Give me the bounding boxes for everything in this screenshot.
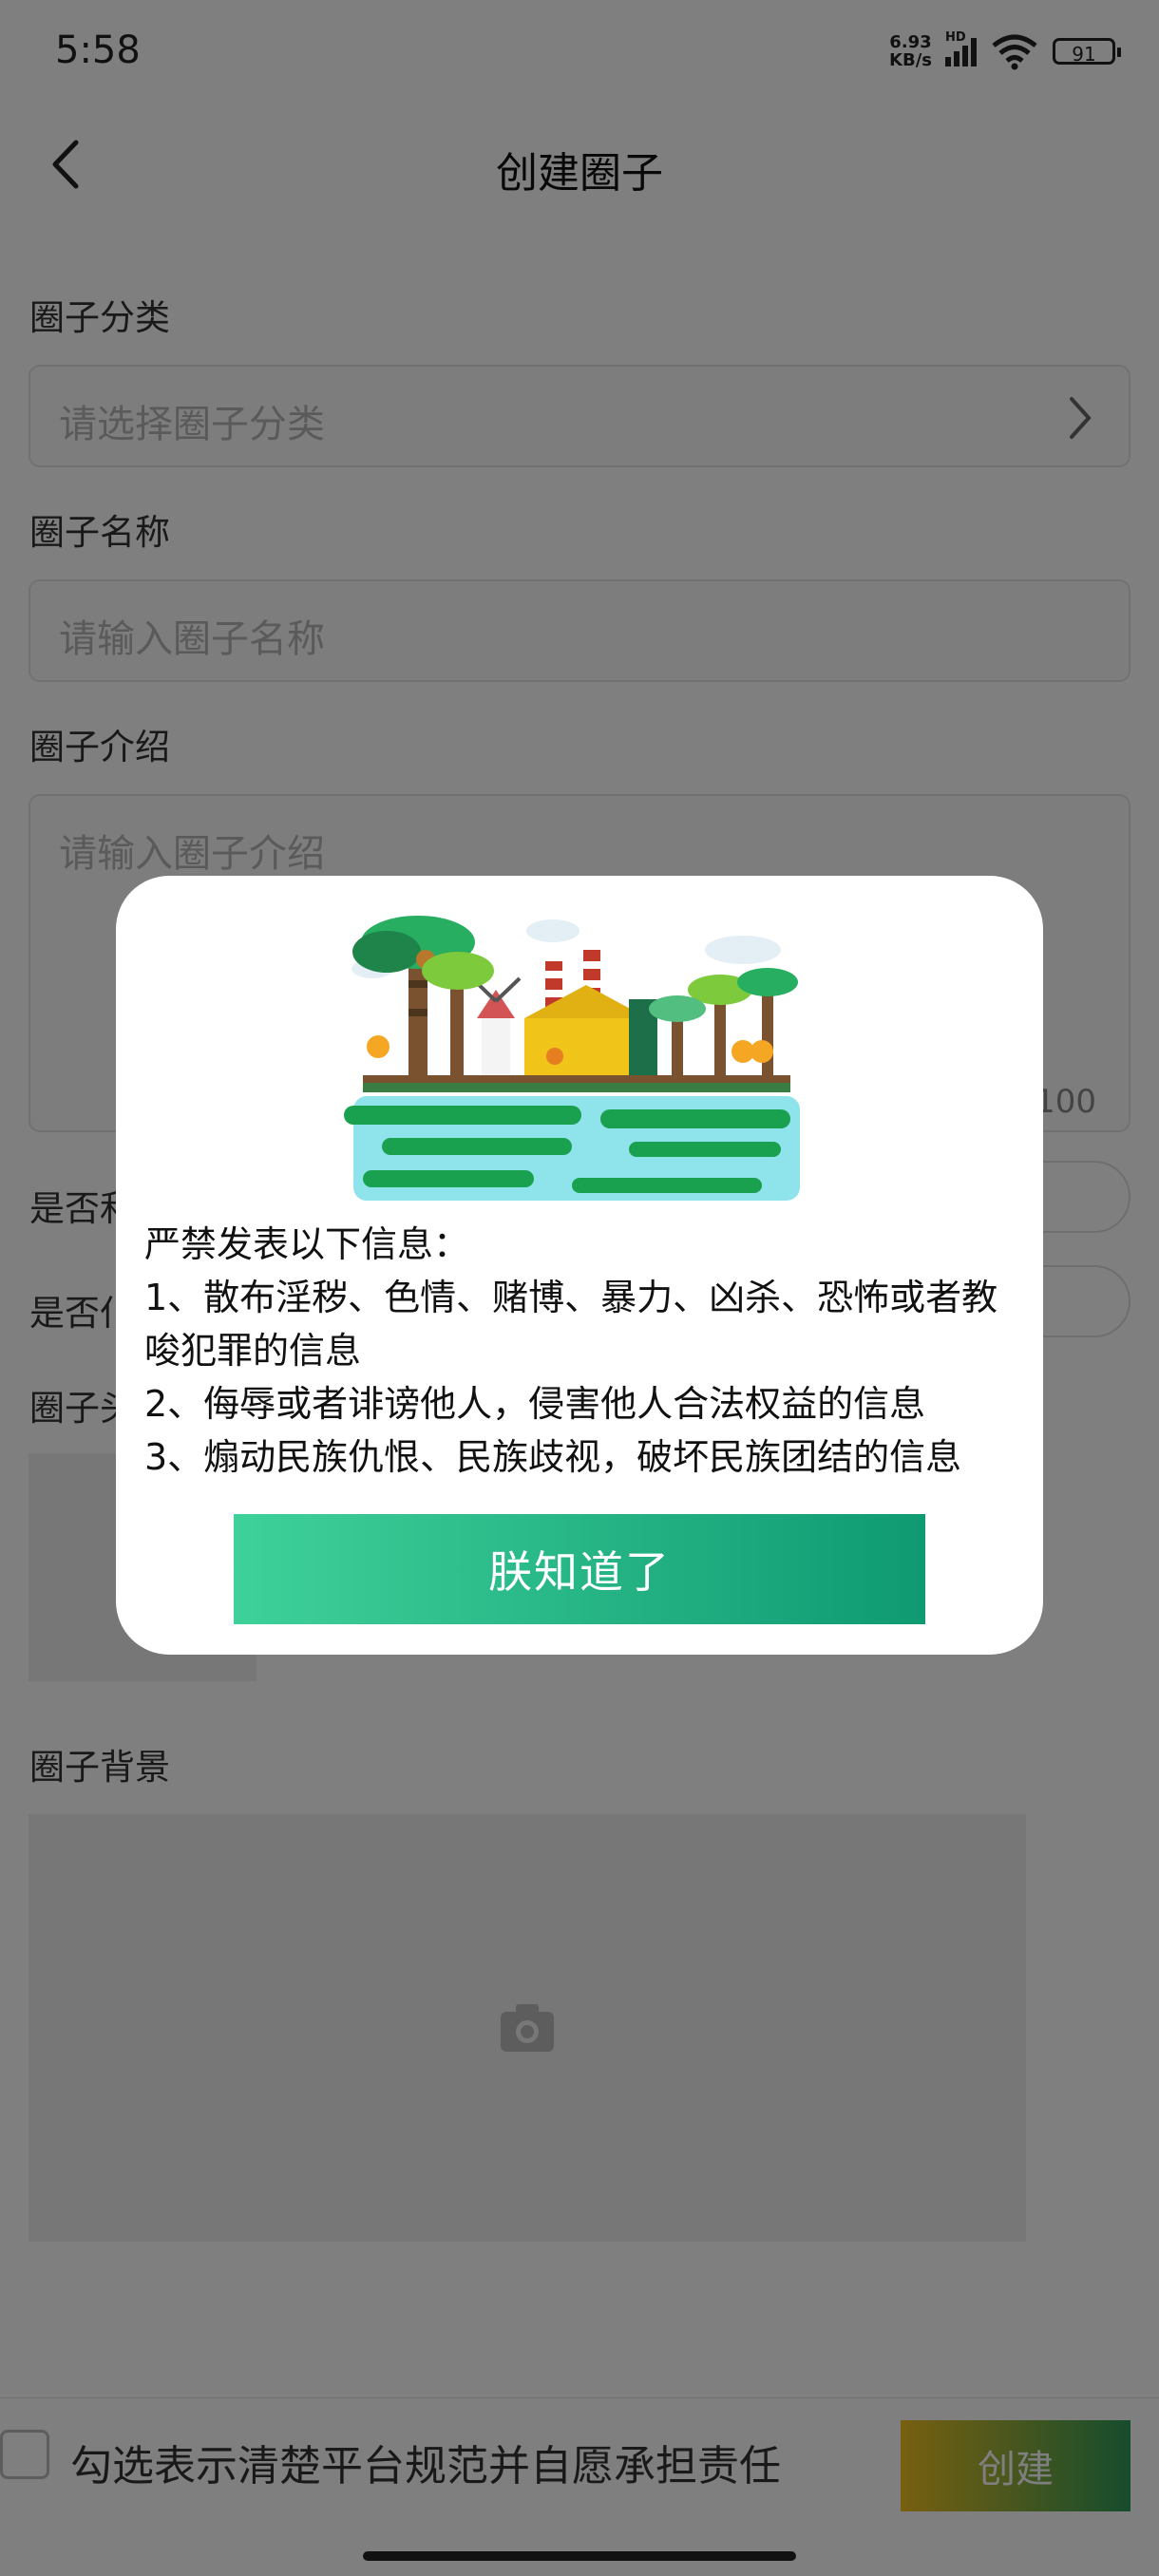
tropical-city-illustration [344,916,800,1201]
rule-3: 3、煽动民族仇恨、民族歧视，破坏民族团结的信息 [144,1436,962,1478]
confirm-button[interactable]: 朕知道了 [234,1514,925,1624]
rule-2: 2、侮辱或者诽谤他人，侵害他人合法权益的信息 [144,1383,926,1425]
notice-text: 严禁发表以下信息： 1、散布淫秽、色情、赌博、暴力、凶杀、恐怖或者教唆犯罪的信息… [144,1218,1028,1484]
notice-dialog: 严禁发表以下信息： 1、散布淫秽、色情、赌博、暴力、凶杀、恐怖或者教唆犯罪的信息… [116,876,1043,1655]
home-indicator[interactable] [363,2551,796,2561]
notice-title: 严禁发表以下信息： [144,1223,470,1265]
rule-1: 1、散布淫秽、色情、赌博、暴力、凶杀、恐怖或者教唆犯罪的信息 [144,1277,998,1372]
